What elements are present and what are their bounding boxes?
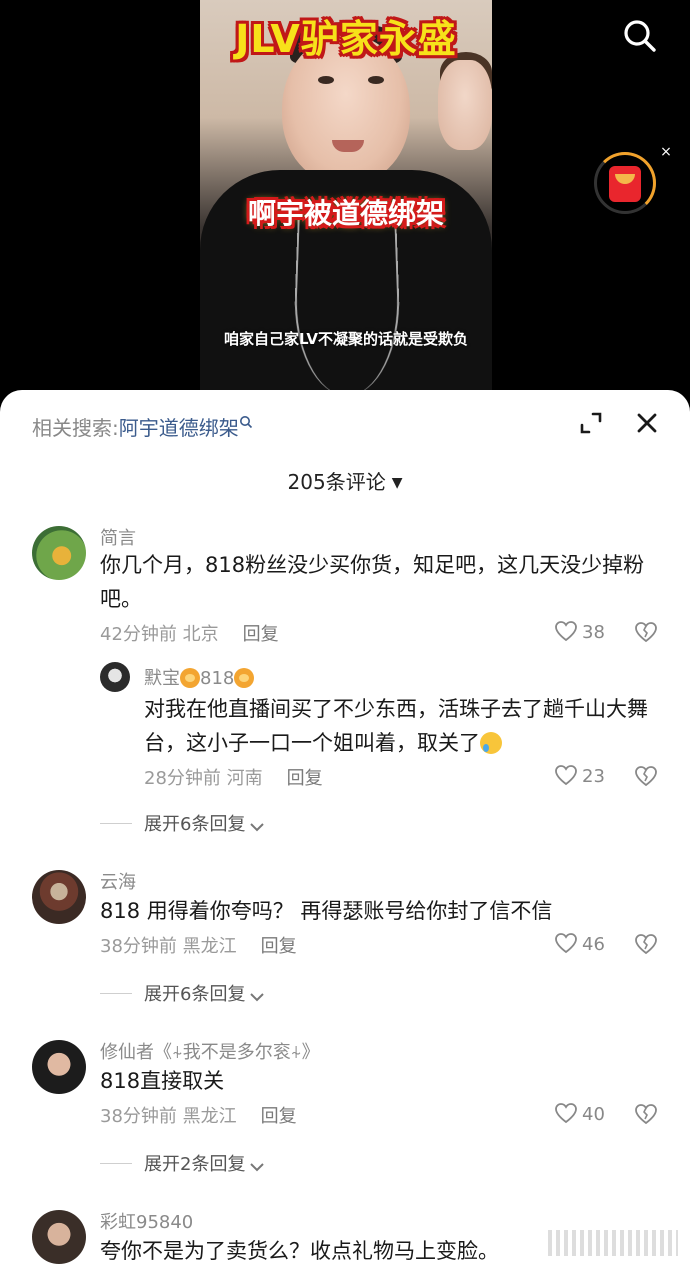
comment-time-location: 38分钟前 黑龙江 (100, 1106, 237, 1127)
expand-replies-label: 展开2条回复 (144, 1154, 246, 1175)
video-person-eye (318, 76, 334, 84)
close-icon[interactable]: × (658, 144, 674, 160)
expand-replies-label: 展开6条回复 (144, 814, 246, 835)
red-packet-icon[interactable] (594, 152, 656, 214)
reply-username-text: 默宝 (144, 668, 180, 689)
related-search-label: 相关搜索: (32, 416, 119, 440)
reply-username[interactable]: 默宝 818 (144, 664, 255, 690)
video-subtitle: 咱家自己家LV不凝聚的话就是受欺负 (223, 330, 469, 348)
divider (100, 993, 132, 994)
like-button[interactable]: 23 (554, 764, 605, 787)
expand-replies-button[interactable]: 展开6条回复 (100, 980, 265, 1007)
video-player[interactable]: JLV驴家永盛 啊宇被道德绑架 咱家自己家LV不凝聚的话就是受欺负 × (0, 0, 690, 400)
broken-heart-icon[interactable] (634, 933, 658, 959)
reply-time-location: 28分钟前 河南 (144, 768, 263, 789)
comment-username[interactable]: 彩虹95840 (100, 1208, 193, 1234)
divider (100, 823, 132, 824)
broken-heart-icon[interactable] (634, 765, 658, 791)
expand-replies-label: 展开6条回复 (144, 984, 246, 1005)
reply-text-content: 对我在他直播间买了不少东西，活珠子去了趟千山大舞台，这小子一口一个姐叫着，取关了 (144, 697, 648, 755)
comment-time-location: 42分钟前 北京 (100, 624, 219, 645)
video-woman (438, 60, 492, 150)
comment-text: 818直接取关 (100, 1069, 225, 1093)
avatar[interactable] (100, 662, 130, 692)
comment-username[interactable]: 简言 (100, 524, 136, 550)
broken-heart-icon[interactable] (634, 1103, 658, 1129)
heart-icon (555, 1103, 577, 1124)
comment-meta: 38分钟前 黑龙江 回复 (100, 932, 297, 958)
comment-text: 夸你不是为了卖货么？收点礼物马上变脸。 (100, 1239, 499, 1263)
chevron-down-icon (249, 816, 265, 837)
like-count: 46 (582, 934, 605, 955)
chevron-down-icon (249, 986, 265, 1007)
reply-button[interactable]: 回复 (261, 1106, 297, 1127)
lion-emoji-icon (180, 668, 200, 688)
video-person-eye (368, 76, 384, 84)
comment-username[interactable]: 修仙者《⍭我不是多尔衮⍭》 (100, 1038, 320, 1064)
like-count: 40 (582, 1104, 605, 1125)
reply-text: 对我在他直播间买了不少东西，活珠子去了趟千山大舞台，这小子一口一个姐叫着，取关了 (144, 692, 654, 760)
related-search[interactable]: 相关搜索:阿宇道德绑架 (32, 412, 253, 441)
comments-sheet: 相关搜索:阿宇道德绑架 205条评论 ▼ 简言 你几个月，818粉丝没少买你货，知… (0, 390, 690, 1278)
broken-heart-icon[interactable] (634, 621, 658, 647)
avatar[interactable] (32, 1040, 86, 1094)
expand-replies-button[interactable]: 展开6条回复 (100, 810, 265, 837)
avatar[interactable] (32, 870, 86, 924)
comment-time-location: 38分钟前 黑龙江 (100, 936, 237, 957)
like-count: 23 (582, 766, 605, 787)
reply-meta: 28分钟前 河南 回复 (144, 764, 323, 790)
heart-icon (555, 933, 577, 954)
avatar[interactable] (32, 1210, 86, 1264)
search-icon[interactable] (622, 18, 658, 54)
like-button[interactable]: 40 (554, 1102, 605, 1125)
comment-count[interactable]: 205条评论 ▼ (0, 466, 690, 495)
comment-count-label: 205条评论 (287, 470, 386, 494)
search-icon (239, 416, 253, 433)
expand-replies-button[interactable]: 展开2条回复 (100, 1150, 265, 1177)
comment-text: 818 用得着你夸吗？ 再得瑟账号给你封了信不信 (100, 899, 553, 923)
lion-emoji-icon (234, 668, 255, 688)
comment-text: 你几个月，818粉丝没少买你货，知足吧，这几天没少掉粉吧。 (100, 553, 645, 611)
expand-icon[interactable] (578, 410, 604, 436)
video-caption-overlay: 啊宇被道德绑架 (247, 197, 444, 230)
avatar[interactable] (32, 526, 86, 580)
sort-dropdown-icon: ▼ (391, 475, 403, 491)
like-button[interactable]: 46 (554, 932, 605, 955)
red-packet-envelope (609, 166, 641, 202)
reply-username-suffix: 818 (200, 668, 235, 689)
watermark (548, 1230, 678, 1256)
reply-button[interactable]: 回复 (287, 768, 323, 789)
video-title-overlay: JLV驴家永盛 (235, 17, 457, 61)
like-count: 38 (582, 622, 605, 643)
video-frame[interactable]: JLV驴家永盛 啊宇被道德绑架 咱家自己家LV不凝聚的话就是受欺负 (200, 0, 492, 392)
heart-icon (555, 765, 577, 786)
reply-button[interactable]: 回复 (261, 936, 297, 957)
comment-meta: 42分钟前 北京 回复 (100, 620, 279, 646)
related-search-query[interactable]: 阿宇道德绑架 (119, 416, 239, 440)
like-button[interactable]: 38 (554, 620, 605, 643)
heart-icon (555, 621, 577, 642)
close-icon[interactable] (634, 410, 660, 436)
divider (100, 1163, 132, 1164)
reply-button[interactable]: 回复 (243, 624, 279, 645)
chevron-down-icon (249, 1156, 265, 1177)
comment-meta: 38分钟前 黑龙江 回复 (100, 1102, 297, 1128)
crying-laughing-emoji-icon (480, 732, 502, 754)
comment-username[interactable]: 云海 (100, 868, 136, 894)
